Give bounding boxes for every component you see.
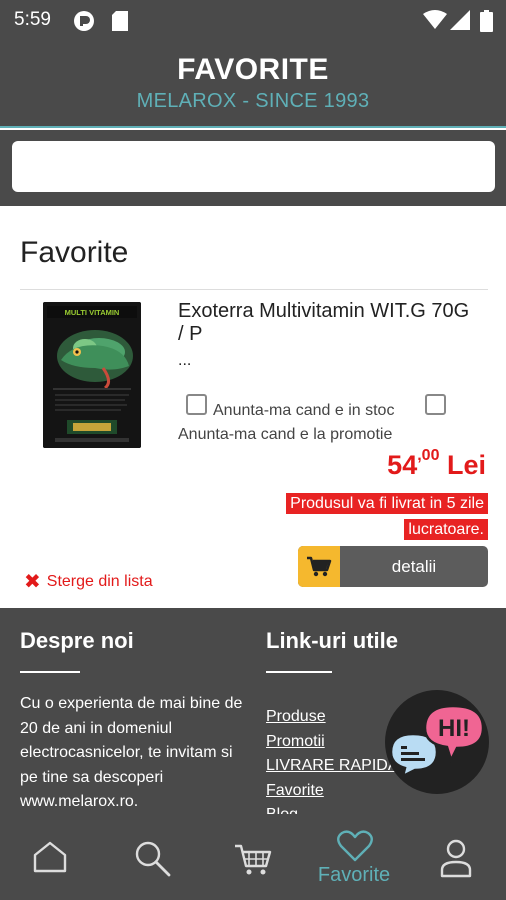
- status-time: 5:59: [14, 9, 51, 30]
- nav-home[interactable]: [14, 814, 86, 900]
- about-heading: Despre noi: [20, 628, 134, 653]
- notify-stock-label: Anunta-ma cand e in stoc: [213, 402, 395, 419]
- useful-links-heading: Link-uri utile: [266, 628, 398, 653]
- battery-icon: [480, 10, 493, 32]
- nav-search[interactable]: [116, 814, 188, 900]
- page-title: Favorite: [20, 236, 129, 269]
- nav-cart[interactable]: [218, 814, 290, 900]
- app-header: FAVORITE MELAROX - SINCE 1993: [0, 40, 506, 128]
- status-bar: 5:59: [0, 0, 506, 40]
- chameleon-product-image: MULTI VITAMIN: [43, 302, 141, 448]
- heart-icon: [337, 830, 373, 862]
- user-icon: [440, 839, 472, 878]
- title-divider: [20, 289, 488, 290]
- nav-favorite[interactable]: Favorite: [300, 814, 408, 900]
- search-input[interactable]: [12, 141, 495, 192]
- links-heading-rule: [266, 671, 332, 673]
- sd-card-icon: [112, 11, 128, 31]
- notify-stock-checkbox[interactable]: [186, 394, 207, 415]
- price-currency: Lei: [446, 450, 486, 480]
- nav-favorite-label: Favorite: [317, 864, 391, 886]
- brand-tagline: MELAROX - SINCE 1993: [136, 90, 370, 112]
- signal-icon: [450, 10, 470, 30]
- home-icon: [33, 841, 67, 873]
- price-integer: 54: [387, 450, 418, 480]
- cart-icon: [235, 844, 272, 875]
- chat-hi-label: HI!: [438, 715, 470, 742]
- delivery-notice-line2: lucratoare.: [404, 519, 488, 540]
- chat-bubbles-icon: HI!: [389, 704, 485, 779]
- cart-button-area[interactable]: [298, 546, 340, 587]
- chat-widget-button[interactable]: HI!: [385, 690, 489, 794]
- app-notification-icon: [74, 11, 94, 31]
- cart-icon: [307, 556, 332, 577]
- notify-promo-checkbox[interactable]: [425, 394, 446, 415]
- search-icon: [135, 841, 171, 877]
- svg-text:MULTI VITAMIN: MULTI VITAMIN: [65, 308, 120, 317]
- favorites-content: Favorite MULTI VITAMIN Exoterra Multivit…: [0, 206, 506, 608]
- footer-link-blog[interactable]: Blog: [266, 803, 416, 814]
- bottom-navigation: Favorite: [0, 814, 506, 900]
- product-image[interactable]: MULTI VITAMIN: [43, 302, 141, 448]
- page-header-title: FAVORITE: [177, 53, 329, 86]
- remove-label: Sterge din lista: [46, 573, 153, 590]
- search-band: [0, 130, 506, 206]
- product-description-ellipsis: ...: [178, 352, 192, 369]
- about-heading-rule: [20, 671, 80, 673]
- close-icon: ✖: [24, 571, 41, 593]
- notify-promo-label: Anunta-ma cand e la promotie: [178, 426, 393, 443]
- product-price: 54,00 Lei: [387, 447, 486, 480]
- add-to-cart-details-button[interactable]: detalii: [298, 546, 488, 587]
- nav-account[interactable]: [420, 814, 492, 900]
- details-button-label: detalii: [391, 557, 437, 576]
- wifi-icon: [423, 10, 447, 29]
- product-name[interactable]: Exoterra Multivitamin WIT.G 70G / P: [178, 300, 478, 346]
- price-decimals: 00: [421, 447, 440, 464]
- delivery-notice-line1: Produsul va fi livrat in 5 zile: [286, 493, 488, 514]
- remove-from-list-link[interactable]: ✖ Sterge din lista: [24, 569, 153, 594]
- about-text: Cu o experienta de mai bine de 20 de ani…: [20, 695, 243, 810]
